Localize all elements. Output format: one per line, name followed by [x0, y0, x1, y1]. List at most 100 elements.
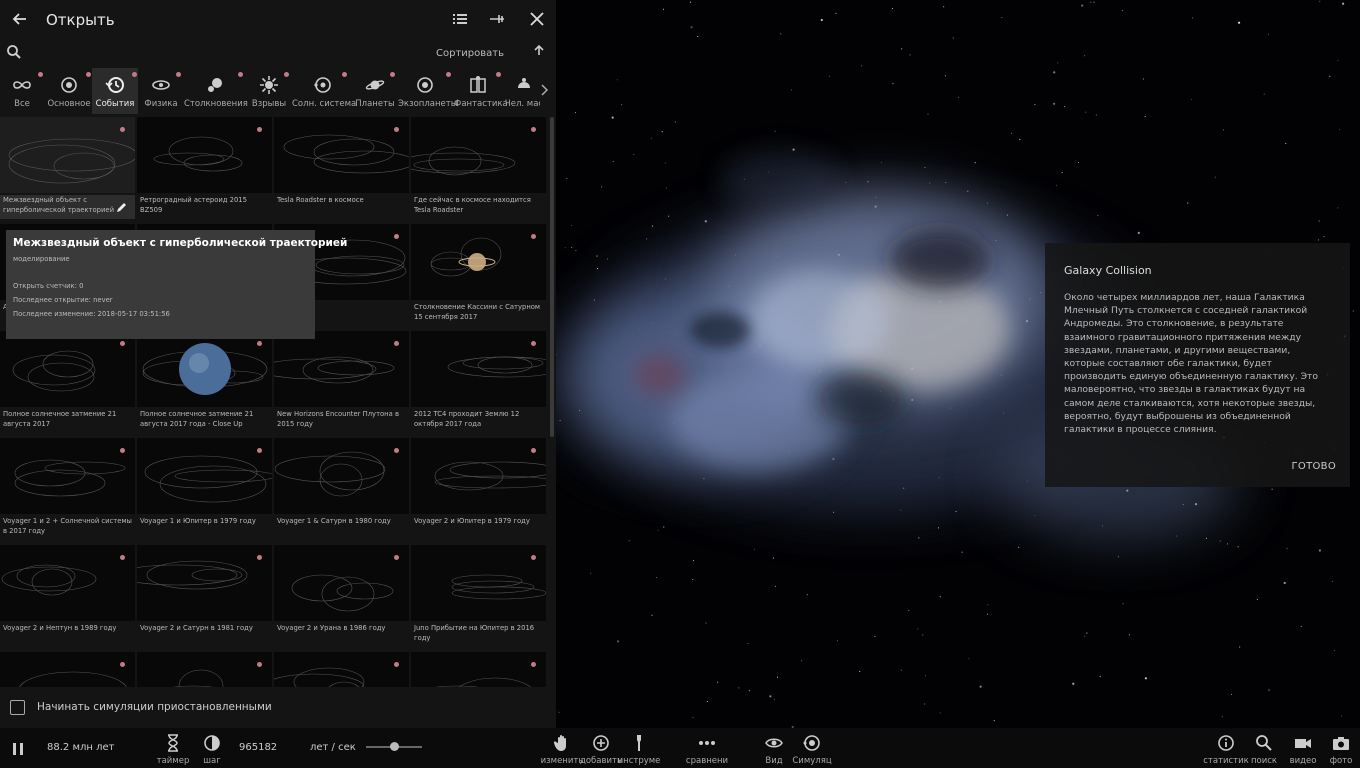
edit-button[interactable] [116, 201, 130, 215]
close-button[interactable] [526, 10, 548, 32]
tab-label: Все [14, 99, 30, 109]
new-dot [342, 72, 347, 77]
pin-button[interactable] [486, 10, 508, 32]
simulation-item[interactable]: Ретроградный астероид 2015 BZ509 [137, 117, 272, 219]
new-dot [446, 72, 451, 77]
simulation-item[interactable]: Voyager 2 и Сатурн в 1981 году [137, 545, 272, 647]
new-dot [531, 341, 536, 346]
simulation-item[interactable] [0, 652, 135, 687]
chevron-right-icon [541, 84, 549, 96]
simulation-item[interactable]: Voyager 1 и Юпитер в 1979 году [137, 438, 272, 540]
photo-button[interactable]: фото [1330, 734, 1352, 768]
tab-collisions[interactable]: Столкновения [184, 68, 248, 114]
simulation-item[interactable]: Tesla Roadster в космосе [274, 117, 409, 219]
simulation-item[interactable]: Voyager 2 и Урана в 1986 году [274, 545, 409, 647]
simulation-item[interactable] [137, 652, 272, 687]
tab-label: Планеты [355, 99, 395, 109]
speed-slider[interactable] [366, 742, 422, 751]
new-dot [120, 127, 125, 132]
new-dot [496, 72, 501, 77]
tab-exoplanets[interactable]: Экзопланеты [398, 68, 457, 114]
simulation-item[interactable]: Полное солнечное затмение 21 августа 201… [0, 331, 135, 433]
tab-explosions[interactable]: Взрывы [248, 68, 290, 114]
simulation-item[interactable] [411, 652, 546, 687]
simulation-item[interactable]: Столкновение Кассини с Сатурном 15 сентя… [411, 224, 546, 326]
tab-basics[interactable]: Основное [46, 68, 92, 114]
speed-value[interactable]: 965182 [239, 742, 277, 753]
simulation-caption: New Horizons Encounter Плутона в 2015 го… [277, 410, 399, 428]
simulation-item[interactable]: Voyager 1 & Сатурн в 1980 году [274, 438, 409, 540]
simulation-icon [803, 735, 820, 751]
back-button[interactable] [8, 9, 32, 33]
new-dot [132, 72, 137, 77]
statistics-button[interactable]: статистик [1203, 734, 1249, 768]
compare-button[interactable]: сравнени [686, 734, 728, 768]
eye-icon [765, 738, 783, 748]
pencil-icon [117, 203, 126, 212]
tab-physics[interactable]: Физика [140, 68, 182, 114]
tab-all[interactable]: Все [0, 68, 44, 114]
simulation-caption: Ретроградный астероид 2015 BZ509 [140, 196, 247, 214]
sort-button[interactable]: Сортировать [436, 48, 504, 59]
simulation-item[interactable]: Juno Прибытие на Юпитер в 2016 году [411, 545, 546, 647]
new-dot [284, 72, 289, 77]
simulation-thumbnail [137, 545, 272, 621]
new-dot [257, 127, 262, 132]
simulation-item[interactable] [274, 652, 409, 687]
step-button[interactable]: шаг [202, 734, 222, 768]
search-icon [1256, 735, 1272, 751]
view-button[interactable]: Вид [764, 734, 784, 768]
simulation-caption: Межзвездный объект с гиперболической тра… [0, 195, 135, 219]
tab-planets[interactable]: Планеты [354, 68, 396, 114]
simulation-item[interactable]: 2012 TC4 проходит Землю 12 октября 2017 … [411, 331, 546, 433]
simulation-label: Симуляц [792, 756, 832, 766]
sort-direction-button[interactable] [533, 44, 545, 60]
start-paused-checkbox[interactable] [10, 700, 25, 715]
simulation-item[interactable]: New Horizons Encounter Плутона в 2015 го… [274, 331, 409, 433]
video-button[interactable]: видео [1290, 734, 1316, 768]
speed-slider-knob[interactable] [389, 742, 399, 751]
new-dot [86, 72, 91, 77]
add-tool-button[interactable]: добавить [580, 734, 622, 768]
timer-button[interactable]: таймер [157, 734, 189, 768]
collision-icon [208, 78, 222, 92]
infinity-icon [13, 81, 31, 89]
simulation-item[interactable]: Voyager 1 и 2 + Солнечной системы в 2017… [0, 438, 135, 540]
new-dot [390, 72, 395, 77]
photo-camera-icon [1333, 737, 1349, 750]
simulation-thumbnail [0, 331, 135, 407]
arrow-left-icon [12, 13, 26, 25]
simulation-thumbnail [137, 438, 272, 514]
list-view-button[interactable] [449, 10, 471, 32]
done-button[interactable]: ГОТОВО [1292, 461, 1336, 472]
simulation-caption: Столкновение Кассини с Сатурном 15 сентя… [414, 303, 541, 321]
edit-tool-button[interactable]: изменить [541, 734, 583, 768]
tab-fiction[interactable]: Фантастика [454, 68, 508, 114]
tab-solar-system[interactable]: Солн. система [292, 68, 356, 114]
new-dot [394, 127, 399, 132]
search-button[interactable] [6, 44, 24, 62]
new-dot [531, 662, 536, 667]
grid-scrollbar[interactable] [550, 117, 554, 437]
tabs-scroll-right-button[interactable] [541, 84, 549, 99]
tooltip-last-opened: Последнее открытие: never [13, 296, 113, 304]
tab-human[interactable]: Чел. мас [504, 68, 540, 114]
simulation-item[interactable]: Полное солнечное затмение 21 августа 201… [137, 331, 272, 433]
simulation-button[interactable]: Симуляц [792, 734, 832, 768]
photo-label: фото [1329, 756, 1353, 766]
tools-button[interactable]: инструме [618, 734, 660, 768]
simulation-item[interactable]: Межзвездный объект с гиперболической тра… [0, 117, 135, 219]
simulation-item[interactable]: Где сейчас в космосе находится Tesla Roa… [411, 117, 546, 219]
new-dot [531, 555, 536, 560]
bottom-toolbar: 88.2 млн лет таймер шаг 965182 лет / сек… [0, 728, 1360, 768]
simulation-thumbnail [411, 545, 546, 621]
info-title: Galaxy Collision [1064, 264, 1152, 277]
simulation-item[interactable]: Voyager 2 и Юпитер в 1979 году [411, 438, 546, 540]
pause-button[interactable] [8, 734, 28, 768]
simulation-caption: Где сейчас в космосе находится Tesla Roa… [414, 196, 531, 214]
simulation-thumbnail [274, 117, 409, 193]
simulation-item[interactable]: Voyager 2 и Нептун в 1989 году [0, 545, 135, 647]
tab-events[interactable]: События [92, 68, 138, 114]
search-tool-button[interactable]: поиск [1251, 734, 1277, 768]
speed-unit[interactable]: лет / сек [310, 742, 356, 753]
